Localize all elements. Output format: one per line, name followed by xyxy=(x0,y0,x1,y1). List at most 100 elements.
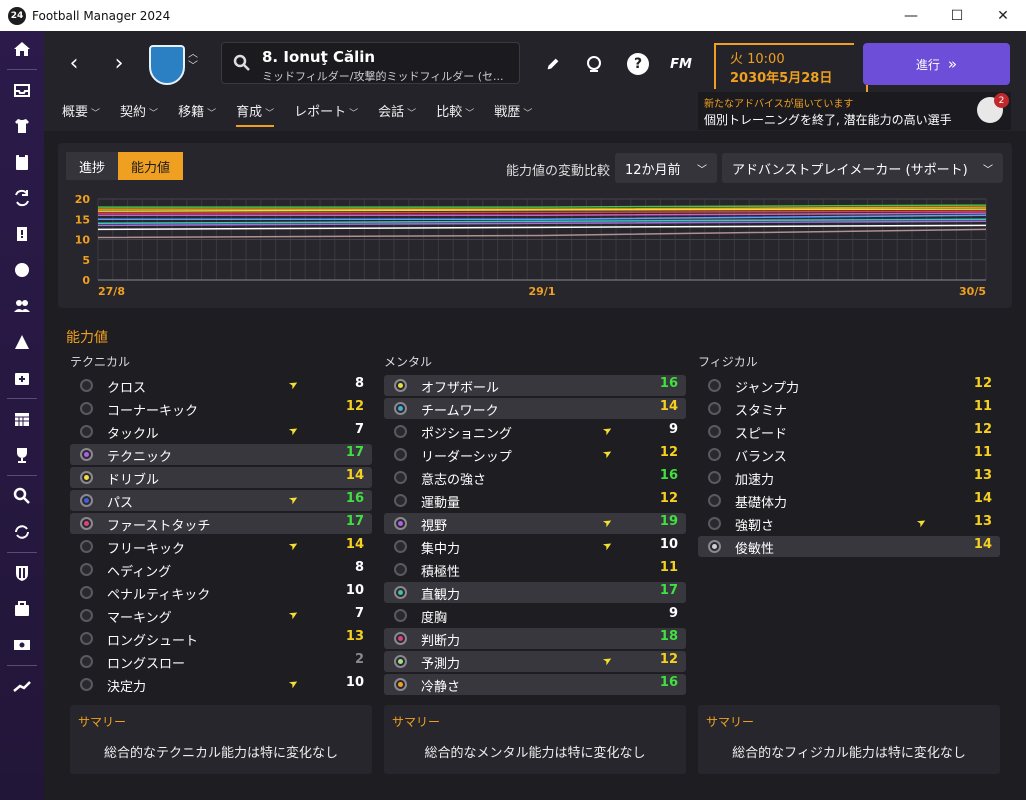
advice-title: 新たなアドバイスが届いています xyxy=(704,99,854,110)
tab-4[interactable]: レポート ﹀ xyxy=(294,101,358,127)
attribute-value: 8 xyxy=(354,376,364,391)
tab-2[interactable]: 移籍 ﹀ xyxy=(178,101,216,127)
attribute-row[interactable]: チームワーク 14 xyxy=(384,398,686,419)
attribute-row[interactable]: 積極性 11 xyxy=(384,559,686,580)
tab-5[interactable]: 会話 ﹀ xyxy=(378,101,416,127)
attribute-row[interactable]: ポジショニング ➤ 9 xyxy=(384,421,686,442)
attribute-row[interactable]: 予測力 ➤ 12 xyxy=(384,651,686,672)
staff-icon[interactable] xyxy=(0,288,44,324)
tab-label: 概要 xyxy=(62,105,89,120)
attribute-row[interactable]: 判断力 18 xyxy=(384,628,686,649)
report-icon[interactable] xyxy=(0,216,44,252)
player-selector[interactable]: 8. Ionuţ Călin ミッドフィルダー/攻撃的ミッドフィルダー (セ..… xyxy=(221,42,520,84)
medical-icon[interactable] xyxy=(0,360,44,396)
inbox-icon[interactable] xyxy=(0,72,44,108)
attribute-row[interactable]: コーナーキック 12 xyxy=(70,398,372,419)
home-icon[interactable] xyxy=(0,31,44,67)
minimize-button[interactable]: — xyxy=(888,0,934,31)
maximize-button[interactable]: ☐ xyxy=(934,0,980,31)
attribute-row[interactable]: 強靭さ ➤ 13 xyxy=(698,513,1000,534)
tab-6[interactable]: 比較 ﹀ xyxy=(436,101,474,127)
attribute-row[interactable]: ドリブル 14 xyxy=(70,467,372,488)
attribute-value: 16 xyxy=(345,491,364,506)
edit-pencil-icon[interactable] xyxy=(540,51,566,77)
attribute-value: 14 xyxy=(973,491,992,506)
attribute-marker-icon xyxy=(394,632,407,645)
finance-icon[interactable] xyxy=(0,591,44,627)
back-button[interactable]: ‹ xyxy=(62,51,86,76)
attribute-row[interactable]: 運動量 12 xyxy=(384,490,686,511)
squad-icon[interactable] xyxy=(0,108,44,144)
attribute-row[interactable]: タックル ➤ 7 xyxy=(70,421,372,442)
ball-icon[interactable] xyxy=(0,252,44,288)
trophy-icon[interactable] xyxy=(0,437,44,473)
attribute-row[interactable]: オフザボール 16 xyxy=(384,375,686,396)
attribute-marker-icon xyxy=(80,402,93,415)
attribute-row[interactable]: ジャンプ力 12 xyxy=(698,375,1000,396)
attribute-row[interactable]: 加速力 13 xyxy=(698,467,1000,488)
help-icon[interactable]: ? xyxy=(625,51,651,77)
forward-button[interactable]: › xyxy=(107,51,131,76)
globe-icon[interactable] xyxy=(581,51,607,77)
advice-notification[interactable]: 新たなアドバイスが届いています 個別トレーニングを終了, 潜在能力の高い選手 2 xyxy=(698,92,1011,130)
attribute-name: 俊敏性 xyxy=(735,542,775,557)
chevron-down-icon: ﹀ xyxy=(265,109,275,119)
attribute-row[interactable]: クロス ➤ 8 xyxy=(70,375,372,396)
fm-logo-icon[interactable]: FM xyxy=(666,51,696,77)
tab-7[interactable]: 戦歴 ﹀ xyxy=(494,101,532,127)
transfer-icon[interactable] xyxy=(0,180,44,216)
calendar-icon[interactable] xyxy=(0,401,44,437)
summary-title: サマリー xyxy=(706,715,755,729)
attribute-row[interactable]: 俊敏性 14 xyxy=(698,536,1000,557)
attribute-row[interactable]: ヘディング 8 xyxy=(70,559,372,580)
attribute-marker-icon xyxy=(708,540,721,553)
attribute-row[interactable]: スタミナ 11 xyxy=(698,398,1000,419)
attribute-row[interactable]: 決定力 ➤ 10 xyxy=(70,674,372,695)
attribute-name: パス xyxy=(107,496,134,511)
attribute-marker-icon xyxy=(80,655,93,668)
training-icon[interactable] xyxy=(0,324,44,360)
trend-icon[interactable] xyxy=(0,668,44,704)
column-title: メンタル xyxy=(384,355,433,369)
attribute-row[interactable]: 度胸 9 xyxy=(384,605,686,626)
attribute-row[interactable]: 集中力 ➤ 10 xyxy=(384,536,686,557)
attribute-row[interactable]: バランス 11 xyxy=(698,444,1000,465)
attribute-row[interactable]: マーキング ➤ 7 xyxy=(70,605,372,626)
attribute-value: 13 xyxy=(345,629,364,644)
attribute-marker-icon xyxy=(394,586,407,599)
tab-0[interactable]: 概要 ﹀ xyxy=(62,101,100,127)
attribute-row[interactable]: 基礎体力 14 xyxy=(698,490,1000,511)
continue-button[interactable]: 進行 » xyxy=(863,43,1010,85)
attribute-row[interactable]: 意志の強さ 16 xyxy=(384,467,686,488)
attribute-row[interactable]: ファーストタッチ 17 xyxy=(70,513,372,534)
attribute-row[interactable]: スピード 12 xyxy=(698,421,1000,442)
nav-divider xyxy=(7,398,37,399)
search-icon[interactable] xyxy=(0,478,44,514)
refresh-icon[interactable] xyxy=(0,514,44,550)
attribute-row[interactable]: 直観力 17 xyxy=(384,582,686,603)
tactics-icon[interactable] xyxy=(0,144,44,180)
attribute-name: タックル xyxy=(107,427,159,442)
attribute-value: 11 xyxy=(659,560,678,575)
attribute-row[interactable]: 視野 ➤ 19 xyxy=(384,513,686,534)
attribute-marker-icon xyxy=(394,379,407,392)
attribute-row[interactable]: ペナルティキック 10 xyxy=(70,582,372,603)
attribute-row[interactable]: ロングシュート 13 xyxy=(70,628,372,649)
club-icon[interactable] xyxy=(0,555,44,591)
attribute-row[interactable]: テクニック 17 xyxy=(70,444,372,465)
tab-3[interactable]: 育成 ﹀ xyxy=(236,101,275,127)
attribute-row[interactable]: 冷静さ 16 xyxy=(384,674,686,695)
close-button[interactable]: ✕ xyxy=(980,0,1026,31)
attribute-marker-icon xyxy=(708,425,721,438)
attribute-marker-icon xyxy=(394,425,407,438)
money-icon[interactable] xyxy=(0,627,44,663)
crest-switch-arrows[interactable]: ︿ ﹀ xyxy=(188,49,198,73)
attribute-row[interactable]: リーダーシップ ➤ 12 xyxy=(384,444,686,465)
trend-arrow-icon: ➤ xyxy=(914,514,929,531)
attribute-row[interactable]: フリーキック ➤ 14 xyxy=(70,536,372,557)
club-crest[interactable] xyxy=(149,45,185,85)
tab-1[interactable]: 契約 ﹀ xyxy=(120,101,158,127)
attribute-row[interactable]: パス ➤ 16 xyxy=(70,490,372,511)
attribute-name: 直観力 xyxy=(421,588,461,603)
attribute-row[interactable]: ロングスロー 2 xyxy=(70,651,372,672)
